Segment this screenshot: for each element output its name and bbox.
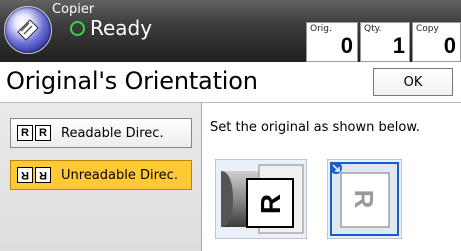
copier-icon: [17, 19, 39, 41]
ready-status-icon: [70, 20, 85, 36]
page-title: Original's Orientation: [6, 67, 258, 95]
header-bar: Copier Ready Orig. 0 Qty. 1 Copy 0: [0, 0, 461, 62]
letter-r-rotated-icon: R: [349, 190, 379, 209]
letter-r-icon: R: [255, 194, 286, 214]
app-title: Copier: [52, 2, 95, 17]
copier-app-icon[interactable]: [4, 6, 52, 54]
adf-placement-illustration: R: [215, 159, 307, 239]
copy-counter-label: Copy: [416, 24, 439, 34]
originals-counter: Orig. 0: [306, 22, 358, 62]
quantity-counter-label: Qty.: [364, 24, 382, 34]
orientation-options-panel: R R Readable Direc. R R Unreadable Direc…: [0, 103, 201, 251]
quantity-counter-value: 1: [392, 33, 405, 58]
copy-counter: Copy 0: [412, 22, 461, 62]
exposure-glass-illustration: R: [327, 159, 402, 239]
title-bar: Original's Orientation OK: [0, 62, 461, 103]
letter-r-flipped-icon: R: [17, 167, 33, 183]
status-text: Ready: [90, 16, 153, 40]
readable-direction-label: Readable Direc.: [61, 125, 164, 141]
instruction-text: Set the original as shown below.: [210, 120, 420, 135]
status-indicator: Ready: [70, 16, 152, 40]
letter-r-icon: R: [17, 125, 33, 141]
letter-r-icon: R: [35, 125, 51, 141]
ok-button[interactable]: OK: [373, 68, 453, 96]
originals-counter-value: 0: [340, 33, 353, 58]
readable-direction-button[interactable]: R R Readable Direc.: [10, 118, 192, 148]
letter-r-flipped-icon: R: [35, 167, 51, 183]
readable-direction-icon: R R: [17, 125, 53, 141]
originals-counter-label: Orig.: [310, 24, 332, 34]
quantity-counter: Qty. 1: [360, 22, 410, 62]
unreadable-direction-label: Unreadable Direc.: [61, 167, 178, 183]
instruction-panel: Set the original as shown below. R R: [201, 103, 461, 251]
unreadable-direction-button[interactable]: R R Unreadable Direc.: [10, 160, 192, 190]
copy-counter-value: 0: [443, 33, 456, 58]
unreadable-direction-icon: R R: [17, 167, 53, 183]
